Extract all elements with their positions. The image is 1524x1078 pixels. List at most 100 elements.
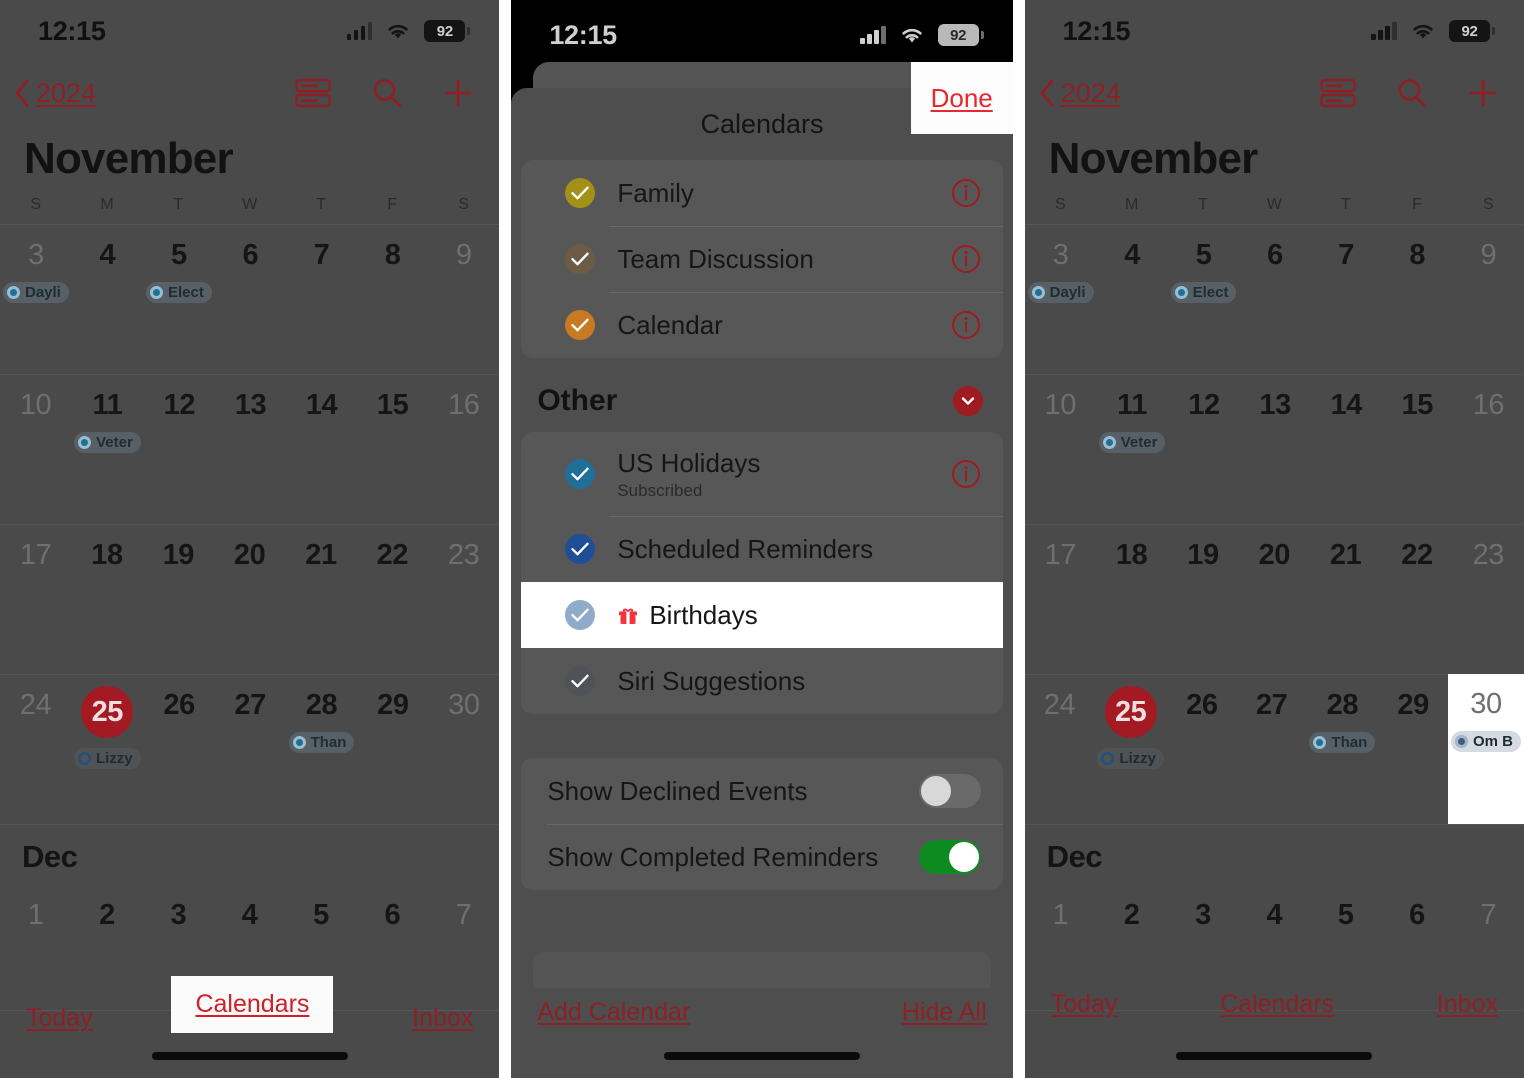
calendar-day-cell[interactable]: 6 bbox=[1239, 225, 1310, 374]
calendar-day-cell[interactable]: 16 bbox=[428, 375, 499, 524]
tab-inbox[interactable]: Inbox bbox=[1437, 990, 1498, 1019]
calendar-day-cell[interactable]: 18 bbox=[71, 525, 142, 674]
event-chip[interactable]: Dayli bbox=[1027, 282, 1094, 303]
info-circle-icon[interactable] bbox=[951, 244, 981, 274]
calendar-day-cell[interactable]: 7 bbox=[1311, 225, 1382, 374]
info-circle-icon[interactable] bbox=[951, 310, 981, 340]
calendar-list-item[interactable]: Scheduled Reminders bbox=[521, 516, 1003, 582]
calendar-list-item[interactable]: Family bbox=[521, 160, 1002, 226]
event-chip[interactable]: Veter bbox=[1098, 432, 1166, 453]
calendar-day-cell[interactable]: 24 bbox=[1025, 675, 1095, 824]
calendar-day-cell[interactable]: 23 bbox=[428, 525, 499, 674]
event-chip[interactable]: Lizzy bbox=[73, 748, 141, 769]
calendar-day-cell[interactable]: 14 bbox=[286, 375, 357, 524]
calendar-day-cell[interactable]: 22 bbox=[1381, 525, 1452, 674]
calendar-day-cell[interactable]: 25 Lizzy bbox=[71, 675, 144, 824]
calendar-day-cell[interactable]: 26 bbox=[144, 675, 215, 824]
calendar-day-cell[interactable]: 27 bbox=[215, 675, 286, 824]
calendar-list-item[interactable]: Team Discussion bbox=[521, 226, 1003, 292]
checkmark-icon[interactable] bbox=[565, 600, 596, 630]
calendar-day-cell[interactable]: 19 bbox=[1167, 525, 1238, 674]
checkmark-icon[interactable] bbox=[565, 459, 596, 489]
calendar-day-cell[interactable]: 17 bbox=[0, 525, 71, 674]
calendar-day-cell[interactable]: 15 bbox=[1382, 375, 1453, 524]
calendar-day-cell[interactable]: 14 bbox=[1311, 375, 1382, 524]
plus-icon[interactable] bbox=[1468, 78, 1498, 108]
tab-today[interactable]: Today bbox=[1051, 990, 1118, 1019]
calendar-day-cell[interactable]: 8 bbox=[1382, 225, 1453, 374]
calendar-list-item[interactable]: Calendar bbox=[521, 292, 1003, 358]
calendar-day-cell[interactable]: 29 bbox=[357, 675, 428, 824]
calendar-day-cell[interactable]: 13 bbox=[1240, 375, 1311, 524]
tab-today[interactable]: Today bbox=[26, 1004, 93, 1033]
calendar-day-cell[interactable]: 12 bbox=[144, 375, 215, 524]
calendar-day-cell[interactable]: 5 Elect bbox=[1168, 225, 1240, 374]
add-calendar-button[interactable]: Add Calendar bbox=[537, 998, 690, 1027]
search-icon[interactable] bbox=[1396, 77, 1428, 109]
event-chip[interactable]: Than bbox=[288, 732, 355, 753]
calendar-day-cell[interactable]: 28 Than bbox=[1306, 675, 1378, 824]
calendar-day-cell[interactable]: 13 bbox=[215, 375, 286, 524]
back-to-year-button[interactable]: 2024 bbox=[14, 78, 96, 109]
calendar-day-cell[interactable]: 26 bbox=[1167, 675, 1237, 824]
event-chip[interactable]: Elect bbox=[145, 282, 212, 303]
checkmark-icon[interactable] bbox=[565, 244, 596, 274]
checkmark-icon[interactable] bbox=[565, 534, 596, 564]
info-circle-icon[interactable] bbox=[951, 459, 981, 489]
calendar-day-cell[interactable]: 15 bbox=[357, 375, 428, 524]
calendar-day-cell[interactable]: 4 bbox=[72, 225, 143, 374]
tab-calendars[interactable]: Calendars bbox=[1220, 990, 1334, 1019]
calendar-day-cell[interactable]: 23 bbox=[1453, 525, 1524, 674]
calendar-day-cell[interactable]: 21 bbox=[1310, 525, 1381, 674]
tab-calendars[interactable]: Calendars bbox=[171, 976, 334, 1033]
calendar-day-cell[interactable]: 28 Than bbox=[286, 675, 358, 824]
calendar-day-cell[interactable]: 6 bbox=[215, 225, 286, 374]
calendar-day-cell[interactable]: 27 bbox=[1237, 675, 1307, 824]
calendar-day-cell[interactable]: 25 Lizzy bbox=[1094, 675, 1167, 824]
tab-inbox[interactable]: Inbox bbox=[412, 1004, 473, 1033]
calendar-day-cell[interactable]: 19 bbox=[143, 525, 214, 674]
info-circle-icon[interactable] bbox=[951, 178, 981, 208]
calendar-day-cell[interactable]: 20 bbox=[1239, 525, 1310, 674]
calendar-day-cell[interactable]: 18 bbox=[1096, 525, 1167, 674]
calendar-day-cell[interactable]: 11 Veter bbox=[71, 375, 144, 524]
plus-icon[interactable] bbox=[443, 78, 473, 108]
toggle-switch[interactable] bbox=[918, 840, 981, 874]
list-view-icon[interactable] bbox=[1320, 78, 1356, 108]
event-chip[interactable]: Dayli bbox=[3, 282, 69, 303]
calendar-day-cell[interactable]: 7 bbox=[286, 225, 357, 374]
event-chip[interactable]: Lizzy bbox=[1097, 748, 1165, 769]
calendar-list-item[interactable]: US Holidays Subscribed bbox=[521, 432, 1002, 516]
calendar-day-cell[interactable]: 3 Dayli bbox=[0, 225, 72, 374]
checkmark-icon[interactable] bbox=[565, 178, 596, 208]
search-icon[interactable] bbox=[371, 77, 403, 109]
event-chip[interactable]: Veter bbox=[74, 432, 141, 453]
calendar-day-cell[interactable]: 3 Dayli bbox=[1025, 225, 1097, 374]
calendar-day-cell[interactable]: 10 bbox=[1025, 375, 1096, 524]
checkmark-icon[interactable] bbox=[565, 310, 596, 340]
calendar-list-item[interactable]: Birthdays bbox=[521, 582, 1003, 648]
calendar-day-cell[interactable]: 21 bbox=[285, 525, 356, 674]
calendar-day-cell[interactable]: 20 bbox=[214, 525, 285, 674]
hide-all-button[interactable]: Hide All bbox=[902, 998, 987, 1027]
calendar-day-cell[interactable]: 30 Om B bbox=[1447, 674, 1524, 824]
back-to-year-button[interactable]: 2024 bbox=[1039, 78, 1121, 109]
done-button[interactable]: Done bbox=[910, 62, 1013, 134]
event-chip[interactable]: Om B bbox=[1450, 731, 1521, 752]
calendar-list-item[interactable]: Siri Suggestions bbox=[521, 648, 1002, 714]
event-chip[interactable]: Than bbox=[1309, 732, 1376, 753]
calendar-day-cell[interactable]: 12 bbox=[1168, 375, 1239, 524]
calendar-day-cell[interactable]: 5 Elect bbox=[143, 225, 215, 374]
calendar-day-cell[interactable]: 4 bbox=[1097, 225, 1168, 374]
calendar-day-cell[interactable]: 11 Veter bbox=[1096, 375, 1169, 524]
calendar-day-cell[interactable]: 29 bbox=[1378, 675, 1448, 824]
calendar-day-cell[interactable]: 22 bbox=[357, 525, 428, 674]
chevron-down-circle-icon[interactable] bbox=[952, 386, 983, 416]
calendar-day-cell[interactable]: 10 bbox=[0, 375, 71, 524]
calendar-day-cell[interactable]: 24 bbox=[0, 675, 71, 824]
calendar-day-cell[interactable]: 30 bbox=[428, 675, 499, 824]
calendar-day-cell[interactable]: 16 bbox=[1453, 375, 1524, 524]
calendar-day-cell[interactable]: 9 bbox=[428, 225, 499, 374]
toggle-switch[interactable] bbox=[918, 774, 981, 808]
calendar-day-cell[interactable]: 8 bbox=[357, 225, 428, 374]
